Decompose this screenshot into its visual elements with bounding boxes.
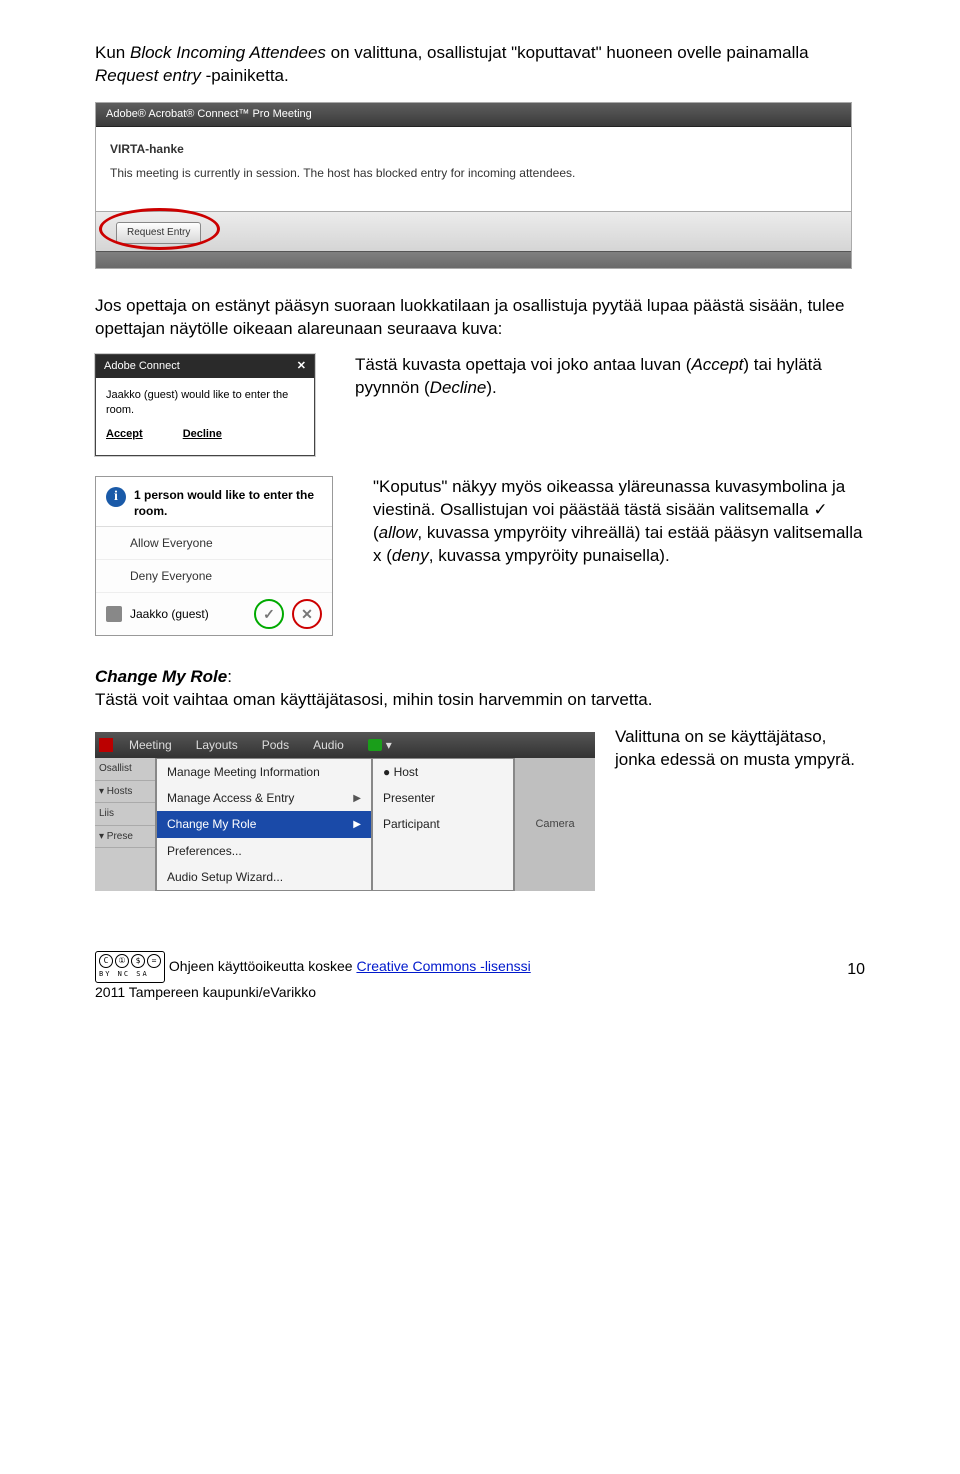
meeting-menu: Manage Meeting Information Manage Access… — [156, 758, 372, 891]
status-bar — [96, 251, 851, 268]
menu-audio[interactable]: Audio — [301, 732, 356, 758]
guest-name: Jaakko (guest) — [130, 606, 209, 622]
change-my-role-heading: Change My Role: Tästä voit vaihtaa oman … — [95, 666, 865, 712]
dialog-body: Jaakko (guest) would like to enter the r… — [106, 388, 304, 417]
bottom-toolbar: Request Entry — [96, 211, 851, 251]
blocked-message: This meeting is currently in session. Th… — [110, 166, 575, 180]
role-participant[interactable]: Participant — [373, 811, 513, 837]
room-name: VIRTA-hanke — [110, 141, 837, 157]
explain-allow-deny: "Koputus" näkyy myös oikeassa yläreunass… — [333, 476, 865, 568]
allow-check-icon[interactable]: ✓ — [254, 599, 284, 629]
close-icon[interactable]: ✕ — [297, 359, 306, 374]
accept-link[interactable]: Accept — [106, 427, 143, 441]
explain-accept-decline: Tästä kuvasta opettaja voi joko antaa lu… — [315, 354, 865, 400]
page-footer: C①$= BY NC SA Ohjeen käyttöoikeutta kosk… — [95, 951, 865, 1002]
menu-change-my-role[interactable]: Change My Role▶ — [157, 811, 371, 837]
red-highlight-ellipse — [99, 208, 220, 250]
info-icon: i — [106, 487, 126, 507]
menubar: Meeting Layouts Pods Audio ▾ — [95, 732, 595, 758]
speaker-icon[interactable]: ▾ — [356, 732, 404, 758]
deny-x-icon[interactable]: ✕ — [292, 599, 322, 629]
explain-selected-role: Valittuna on se käyttäjätaso, jonka edes… — [595, 726, 865, 772]
menu-layouts[interactable]: Layouts — [184, 732, 250, 758]
entry-request-heading: 1 person would like to enter the room. — [134, 487, 322, 519]
menu-preferences[interactable]: Preferences... — [157, 838, 371, 864]
role-submenu: Host Presenter Participant — [372, 758, 514, 891]
menu-pods[interactable]: Pods — [250, 732, 301, 758]
guest-icon — [106, 606, 122, 622]
screenshot-change-my-role: Meeting Layouts Pods Audio ▾ Osallist ▾ … — [95, 732, 595, 891]
copyright-line: 2011 Tampereen kaupunki/eVarikko — [95, 984, 316, 1000]
app-titlebar: Adobe® Acrobat® Connect™ Pro Meeting — [96, 103, 851, 127]
adobe-logo-icon — [99, 738, 113, 752]
dialog-title: Adobe Connect — [104, 359, 180, 374]
screenshot-blocked-entry: Adobe® Acrobat® Connect™ Pro Meeting VIR… — [95, 102, 852, 269]
paragraph-host-notification: Jos opettaja on estänyt pääsyn suoraan l… — [95, 295, 865, 341]
menu-meeting[interactable]: Meeting — [117, 732, 184, 758]
attendee-panel: Osallist ▾ Hosts Liis ▾ Prese — [95, 758, 156, 891]
deny-everyone-item[interactable]: Deny Everyone — [96, 560, 332, 593]
camera-pod: Camera — [514, 758, 595, 891]
term-request-entry: Request entry — [95, 66, 201, 85]
cc-license-link[interactable]: Creative Commons -lisenssi — [356, 958, 530, 974]
menu-audio-setup[interactable]: Audio Setup Wizard... — [157, 864, 371, 890]
page-number: 10 — [847, 959, 865, 981]
term-block-incoming: Block Incoming Attendees — [130, 43, 326, 62]
cc-license-badge: C①$= BY NC SA — [95, 951, 165, 983]
screenshot-allow-deny: i 1 person would like to enter the room.… — [95, 476, 333, 636]
allow-everyone-item[interactable]: Allow Everyone — [96, 527, 332, 560]
decline-link[interactable]: Decline — [183, 427, 222, 441]
role-presenter[interactable]: Presenter — [373, 785, 513, 811]
intro-paragraph: Kun Block Incoming Attendees on valittun… — [95, 42, 865, 88]
menu-manage-meeting-info[interactable]: Manage Meeting Information — [157, 759, 371, 785]
role-host[interactable]: Host — [373, 759, 513, 785]
screenshot-accept-decline: Adobe Connect ✕ Jaakko (guest) would lik… — [95, 354, 315, 456]
menu-manage-access-entry[interactable]: Manage Access & Entry▶ — [157, 785, 371, 811]
